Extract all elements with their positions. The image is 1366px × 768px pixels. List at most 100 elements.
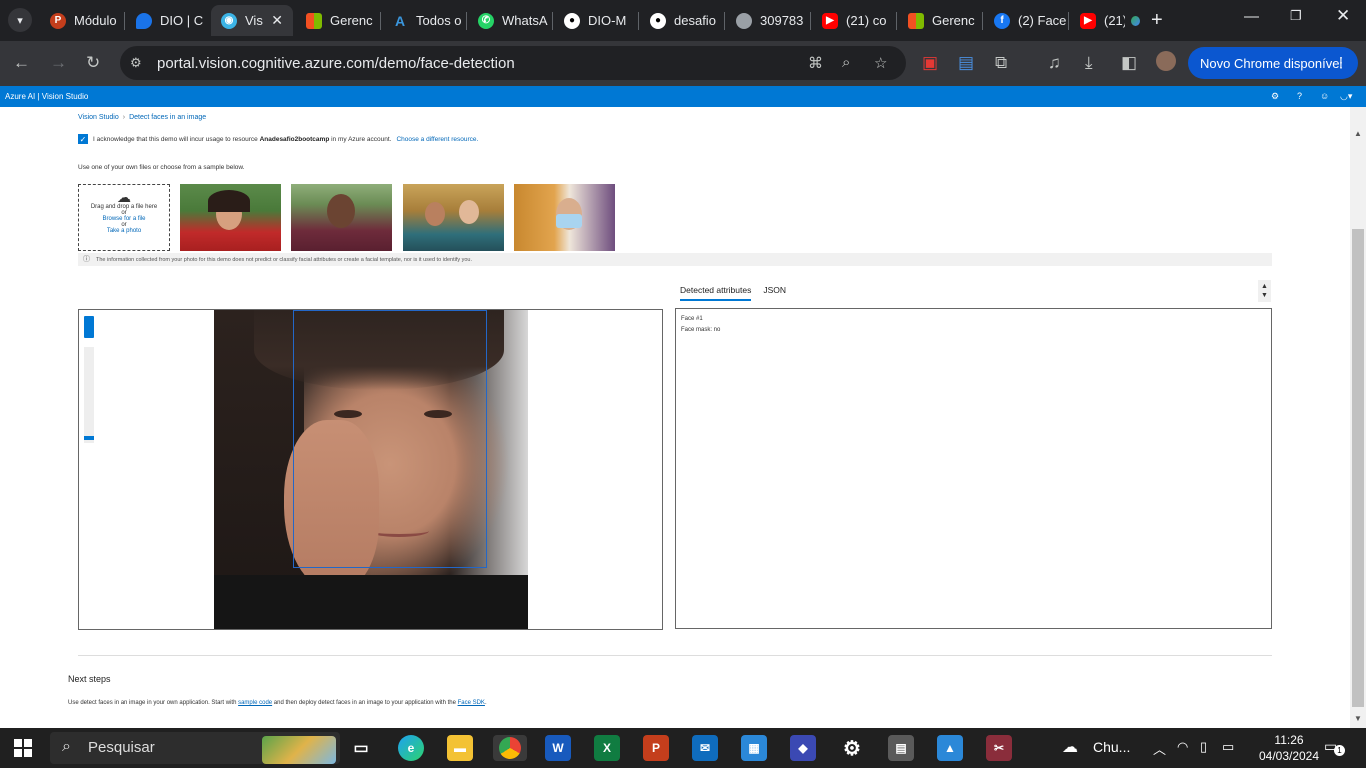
sample-image-3[interactable] xyxy=(403,184,504,251)
browser-tab-7[interactable]: ● DIO-M xyxy=(554,5,636,36)
tab-title: DIO | C xyxy=(160,13,204,28)
tab-detected-attributes[interactable]: Detected attributes xyxy=(680,285,752,301)
task-view-icon[interactable]: ▭ xyxy=(348,735,374,761)
powerpoint-taskbar-icon[interactable]: P xyxy=(643,735,669,761)
side-panel-icon[interactable]: ◧ xyxy=(1121,53,1137,73)
microsoft-icon xyxy=(908,12,924,29)
sample-image-2[interactable] xyxy=(291,184,392,251)
translate-icon[interactable]: ⌘ xyxy=(808,54,823,72)
browser-tab-3-active[interactable]: ◉ Vis ✕ xyxy=(211,5,293,36)
vision-studio-page: Vision Studio › Detect faces in an image ✓… xyxy=(0,107,1350,728)
browser-tab-5[interactable]: A Todos o xyxy=(382,5,464,36)
zoom-slider[interactable] xyxy=(84,347,94,443)
breadcrumb-vision-studio[interactable]: Vision Studio xyxy=(78,114,119,121)
site-settings-icon[interactable]: ⚙ xyxy=(130,55,142,71)
profile-avatar[interactable] xyxy=(1156,51,1176,71)
restore-icon[interactable]: ❐ xyxy=(1290,8,1302,24)
browser-tab-4[interactable]: Gerenc xyxy=(296,5,378,36)
zoom-button[interactable] xyxy=(84,316,94,338)
more-vert-icon[interactable]: ⋮ xyxy=(1334,54,1348,71)
zoom-slider-thumb[interactable] xyxy=(84,436,94,440)
feedback-smile-icon[interactable]: ☺ xyxy=(1320,91,1329,101)
tray-chevron-up-icon[interactable]: ︿ xyxy=(1153,739,1166,758)
tab-title: Gerenc xyxy=(932,13,975,28)
address-bar[interactable]: ⚙ portal.vision.cognitive.azure.com/demo… xyxy=(120,46,906,80)
face-sdk-link[interactable]: Face SDK xyxy=(458,700,485,706)
scrollbar-thumb[interactable] xyxy=(1352,229,1364,707)
media-playlist-icon[interactable]: ♫ xyxy=(1048,53,1061,73)
browser-tab-12[interactable]: f (2) Face xyxy=(984,5,1066,36)
tab-search-chevron-icon[interactable]: ▾ xyxy=(8,8,32,32)
browser-tab-10[interactable]: ▶ (21) co xyxy=(812,5,894,36)
browser-tab-2[interactable]: DIO | C xyxy=(126,5,208,36)
browser-tab-1[interactable]: P Módulo xyxy=(40,5,122,36)
page-scrollbar[interactable]: ▲ ▼ xyxy=(1350,107,1366,728)
azure-brand[interactable]: Azure AI | Vision Studio xyxy=(5,92,88,101)
chrome-icon[interactable] xyxy=(493,735,527,761)
mail-icon[interactable]: ✉ xyxy=(692,735,718,761)
settings-icon[interactable]: ⚙ xyxy=(839,735,865,761)
snipping-tool-icon[interactable]: ✂ xyxy=(986,735,1012,761)
globe-icon xyxy=(736,12,752,29)
choose-resource-link[interactable]: Choose a different resource. xyxy=(396,136,478,143)
help-icon[interactable]: ? xyxy=(1297,91,1302,101)
browser-tab-13[interactable]: ▶ (21) xyxy=(1070,5,1140,36)
browser-tab-11[interactable]: Gerenc xyxy=(898,5,980,36)
tab-separator xyxy=(724,12,725,30)
tabs-scroll-arrows[interactable]: ▲ ▼ xyxy=(1258,280,1271,302)
sample-code-link[interactable]: sample code xyxy=(238,700,272,706)
sample-image-1[interactable] xyxy=(180,184,281,251)
close-tab-icon[interactable]: ✕ xyxy=(271,12,283,29)
taskbar-clock[interactable]: 11:26 04/03/2024 xyxy=(1254,732,1324,764)
settings-gear-icon[interactable]: ⚙ xyxy=(1271,91,1279,102)
new-tab-plus-icon[interactable]: + xyxy=(1151,9,1163,32)
minimize-icon[interactable]: — xyxy=(1244,8,1259,25)
extension-red-icon[interactable]: ▣ xyxy=(922,53,938,73)
browser-tab-6[interactable]: ✆ WhatsA xyxy=(468,5,550,36)
take-photo-link[interactable]: Take a photo xyxy=(79,228,169,234)
close-window-icon[interactable]: ✕ xyxy=(1336,6,1350,26)
word-icon[interactable]: W xyxy=(545,735,571,761)
extensions-puzzle-icon[interactable]: ⧉ xyxy=(995,53,1007,73)
zoom-magnifier-icon[interactable]: ⌕ xyxy=(842,54,850,71)
forward-arrow-icon[interactable]: → xyxy=(50,53,67,73)
face-bounding-box xyxy=(293,310,487,568)
file-explorer-icon[interactable]: ▬ xyxy=(447,735,473,761)
scroll-up-icon[interactable]: ▲ xyxy=(1354,129,1362,138)
chrome-update-button[interactable]: Novo Chrome disponível ⋮ xyxy=(1188,47,1358,79)
tab-json[interactable]: JSON xyxy=(763,285,786,299)
reload-icon[interactable]: ↻ xyxy=(86,53,100,73)
upload-dropzone[interactable]: ☁ Drag and drop a file here or Browse fo… xyxy=(78,184,170,251)
calculator-icon[interactable]: ▤ xyxy=(888,735,914,761)
sample-image-4[interactable] xyxy=(514,184,615,251)
phone-link-icon[interactable]: ▯ xyxy=(1200,739,1207,755)
edge-icon[interactable]: e xyxy=(398,735,424,761)
face-label: Face #1 xyxy=(681,316,703,322)
notification-bell-icon[interactable]: ▭ 1 xyxy=(1324,738,1345,756)
taskbar-search-label: Pesquisar xyxy=(88,739,155,756)
whatsapp-icon: ✆ xyxy=(478,12,494,29)
weather-icon[interactable]: ☁ xyxy=(1062,737,1078,757)
wifi-icon[interactable]: ◠ xyxy=(1177,739,1188,755)
extension-blue-icon[interactable]: ▤ xyxy=(958,53,974,73)
store-icon[interactable]: ▦ xyxy=(741,735,767,761)
breadcrumb-detect-faces[interactable]: Detect faces in an image xyxy=(129,114,206,121)
battery-icon[interactable]: ▭ xyxy=(1222,739,1234,755)
taskbar-search[interactable]: ⌕ Pesquisar xyxy=(50,732,340,764)
acknowledge-checkbox[interactable]: ✓ xyxy=(78,134,88,144)
scroll-down-icon[interactable]: ▼ xyxy=(1354,714,1362,723)
url-text[interactable]: portal.vision.cognitive.azure.com/demo/f… xyxy=(157,55,515,72)
weather-text[interactable]: Chu... xyxy=(1093,739,1130,755)
copilot-icon[interactable]: ◆ xyxy=(790,735,816,761)
excel-icon[interactable]: X xyxy=(594,735,620,761)
account-icon[interactable]: ◡▾ xyxy=(1340,91,1352,102)
browser-tab-8[interactable]: ● desafio xyxy=(640,5,722,36)
browser-tab-9[interactable]: 309783 xyxy=(726,5,808,36)
dio-icon xyxy=(136,12,152,29)
bookmark-star-icon[interactable]: ☆ xyxy=(874,54,887,72)
photos-icon[interactable]: ▲ xyxy=(937,735,963,761)
download-icon[interactable]: ⤓ xyxy=(1085,53,1093,73)
windows-start-icon[interactable] xyxy=(14,739,32,757)
sample-hint: Use one of your own files or choose from… xyxy=(78,164,245,171)
back-arrow-icon[interactable]: ← xyxy=(13,53,30,73)
